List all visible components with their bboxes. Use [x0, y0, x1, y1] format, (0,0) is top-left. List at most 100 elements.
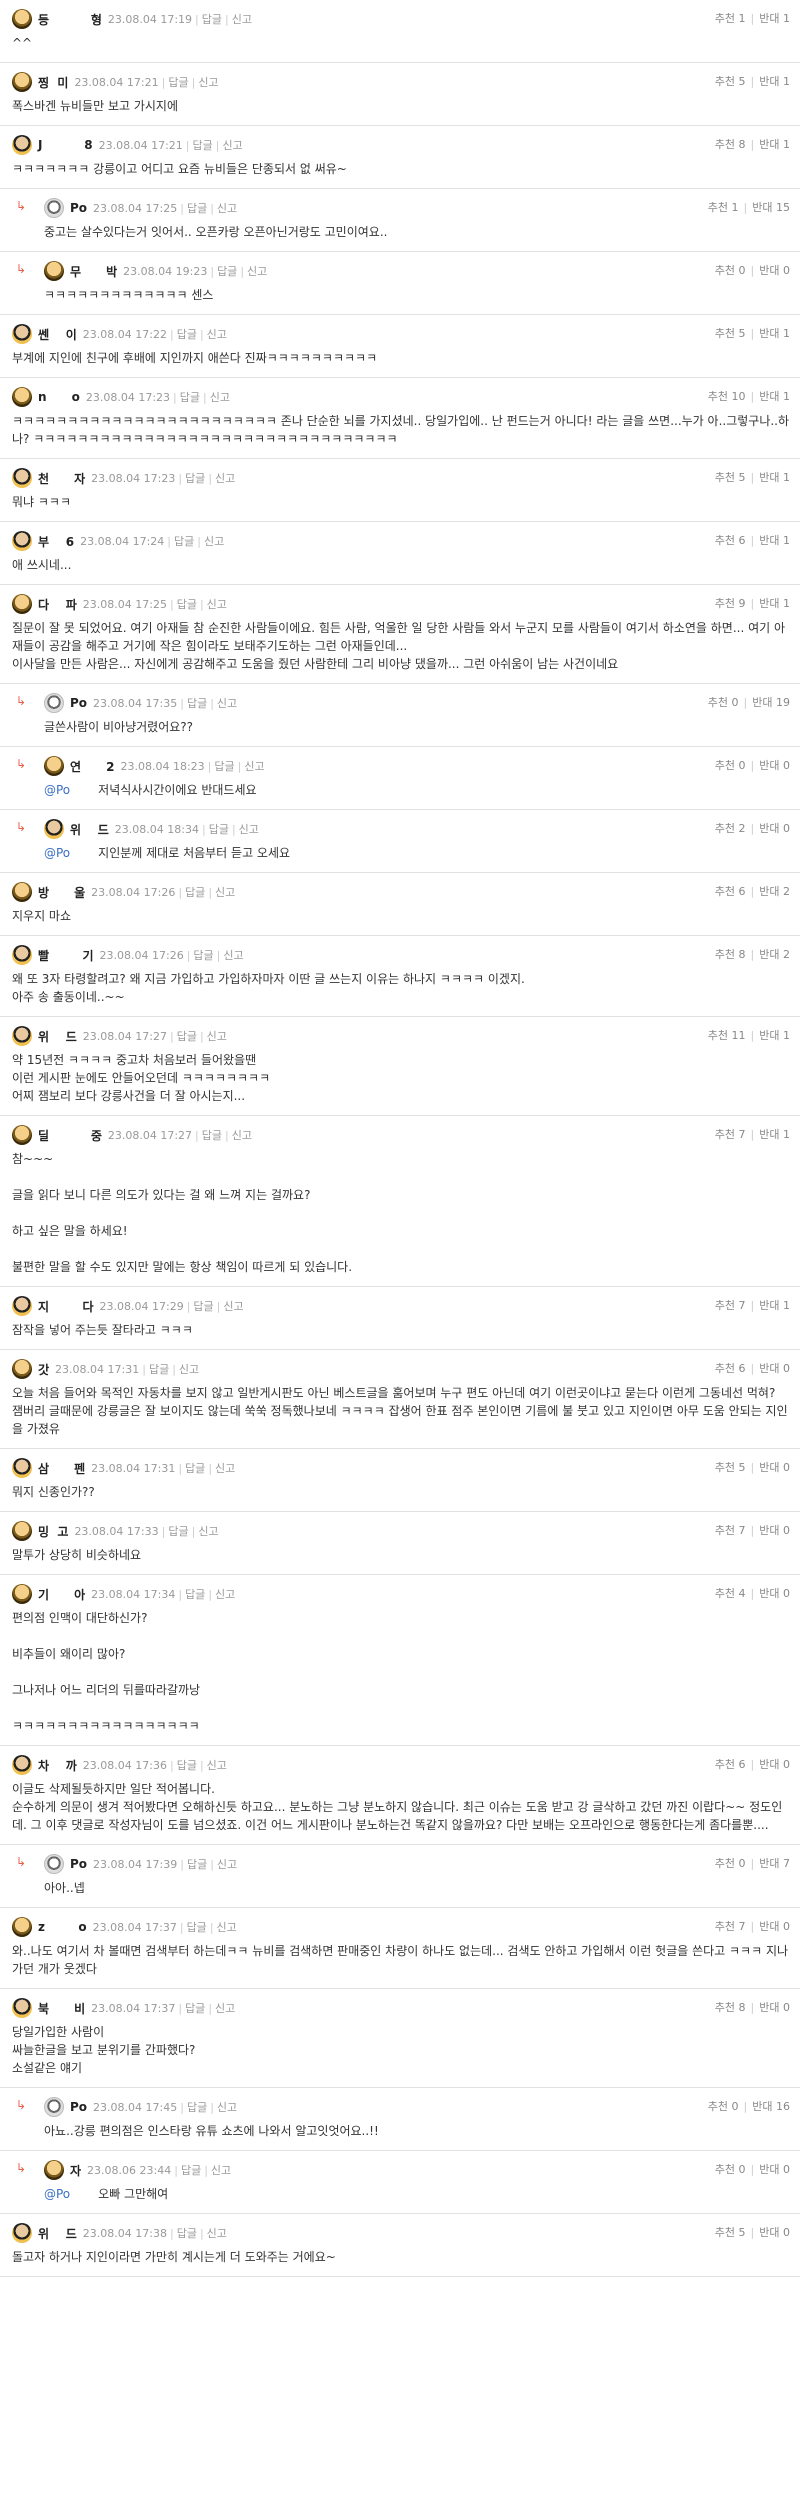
- author-nickname[interactable]: Po: [70, 1857, 87, 1871]
- reply-link[interactable]: 답글: [168, 74, 188, 90]
- reply-link[interactable]: 답글: [168, 1523, 188, 1539]
- avatar[interactable]: [12, 72, 32, 92]
- avatar[interactable]: [12, 594, 32, 614]
- avatar[interactable]: [12, 1458, 32, 1478]
- reply-link[interactable]: 답글: [187, 1919, 207, 1935]
- upvote-button[interactable]: 추천 10: [708, 390, 746, 403]
- upvote-button[interactable]: 추천 7: [715, 1128, 746, 1141]
- avatar[interactable]: [44, 756, 64, 776]
- report-link[interactable]: 신고: [239, 821, 259, 837]
- reply-link[interactable]: 답글: [187, 695, 207, 711]
- downvote-button[interactable]: 반대 1: [759, 1029, 790, 1042]
- downvote-button[interactable]: 반대 1: [759, 390, 790, 403]
- reply-link[interactable]: 답글: [177, 1757, 197, 1773]
- reply-link[interactable]: 답글: [185, 1586, 205, 1602]
- author-nickname[interactable]: J 8: [38, 138, 93, 152]
- report-link[interactable]: 신고: [223, 947, 243, 963]
- report-link[interactable]: 신고: [179, 1361, 199, 1377]
- reply-link[interactable]: 답글: [185, 470, 205, 486]
- downvote-button[interactable]: 반대 0: [759, 1587, 790, 1600]
- report-link[interactable]: 신고: [244, 758, 264, 774]
- author-nickname[interactable]: 부 6: [38, 533, 74, 550]
- report-link[interactable]: 신고: [198, 74, 218, 90]
- reply-link[interactable]: 답글: [193, 947, 213, 963]
- reply-link[interactable]: 답글: [193, 137, 213, 153]
- author-nickname[interactable]: 밍 고: [38, 1523, 68, 1540]
- downvote-button[interactable]: 반대 0: [759, 1758, 790, 1771]
- avatar[interactable]: [12, 1359, 32, 1379]
- avatar[interactable]: [12, 882, 32, 902]
- avatar[interactable]: [44, 2097, 64, 2117]
- avatar[interactable]: [44, 198, 64, 218]
- author-nickname[interactable]: 등 형: [38, 11, 102, 28]
- downvote-button[interactable]: 반대 16: [752, 2100, 790, 2113]
- report-link[interactable]: 신고: [217, 1919, 237, 1935]
- reply-link[interactable]: 답글: [177, 2225, 197, 2241]
- avatar[interactable]: [12, 531, 32, 551]
- avatar[interactable]: [12, 468, 32, 488]
- avatar[interactable]: [12, 1998, 32, 2018]
- upvote-button[interactable]: 추천 0: [708, 2100, 739, 2113]
- upvote-button[interactable]: 추천 4: [715, 1587, 746, 1600]
- upvote-button[interactable]: 추천 6: [715, 1758, 746, 1771]
- avatar[interactable]: [12, 1125, 32, 1145]
- upvote-button[interactable]: 추천 6: [715, 1362, 746, 1375]
- report-link[interactable]: 신고: [204, 533, 224, 549]
- author-nickname[interactable]: 빨 기: [38, 947, 94, 964]
- author-nickname[interactable]: 찡 미: [38, 74, 68, 91]
- downvote-button[interactable]: 반대 1: [759, 12, 790, 25]
- upvote-button[interactable]: 추천 0: [715, 2163, 746, 2176]
- downvote-button[interactable]: 반대 15: [752, 201, 790, 214]
- reply-link[interactable]: 답글: [187, 1856, 207, 1872]
- reply-link[interactable]: 답글: [202, 11, 222, 27]
- author-nickname[interactable]: 차 까: [38, 1757, 77, 1774]
- upvote-button[interactable]: 추천 0: [715, 264, 746, 277]
- author-nickname[interactable]: 방 울: [38, 884, 85, 901]
- report-link[interactable]: 신고: [215, 470, 235, 486]
- reply-link[interactable]: 답글: [177, 596, 197, 612]
- avatar[interactable]: [44, 1854, 64, 1874]
- report-link[interactable]: 신고: [217, 1856, 237, 1872]
- report-link[interactable]: 신고: [222, 137, 242, 153]
- upvote-button[interactable]: 추천 6: [715, 885, 746, 898]
- author-nickname[interactable]: Po: [70, 2100, 87, 2114]
- author-nickname[interactable]: z o: [38, 1920, 87, 1934]
- avatar[interactable]: [12, 1755, 32, 1775]
- author-nickname[interactable]: 무 박: [70, 263, 117, 280]
- avatar[interactable]: [12, 9, 32, 29]
- upvote-button[interactable]: 추천 0: [715, 1857, 746, 1870]
- downvote-button[interactable]: 반대 19: [752, 696, 790, 709]
- report-link[interactable]: 신고: [207, 2225, 227, 2241]
- downvote-button[interactable]: 반대 0: [759, 1920, 790, 1933]
- report-link[interactable]: 신고: [217, 695, 237, 711]
- upvote-button[interactable]: 추천 7: [715, 1920, 746, 1933]
- downvote-button[interactable]: 반대 0: [759, 1461, 790, 1474]
- upvote-button[interactable]: 추천 1: [715, 12, 746, 25]
- downvote-button[interactable]: 반대 0: [759, 759, 790, 772]
- report-link[interactable]: 신고: [215, 1586, 235, 1602]
- author-nickname[interactable]: Po: [70, 696, 87, 710]
- upvote-button[interactable]: 추천 8: [715, 138, 746, 151]
- upvote-button[interactable]: 추천 6: [715, 534, 746, 547]
- reply-link[interactable]: 답글: [214, 758, 234, 774]
- upvote-button[interactable]: 추천 5: [715, 2226, 746, 2239]
- upvote-button[interactable]: 추천 11: [708, 1029, 746, 1042]
- upvote-button[interactable]: 추천 2: [715, 822, 746, 835]
- upvote-button[interactable]: 추천 5: [715, 327, 746, 340]
- upvote-button[interactable]: 추천 5: [715, 471, 746, 484]
- report-link[interactable]: 신고: [217, 2099, 237, 2115]
- report-link[interactable]: 신고: [217, 200, 237, 216]
- downvote-button[interactable]: 반대 2: [759, 885, 790, 898]
- downvote-button[interactable]: 반대 0: [759, 264, 790, 277]
- mention-link[interactable]: @Po: [44, 2187, 70, 2201]
- author-nickname[interactable]: 위 드: [38, 1028, 77, 1045]
- avatar[interactable]: [12, 135, 32, 155]
- reply-link[interactable]: 답글: [180, 389, 200, 405]
- report-link[interactable]: 신고: [198, 1523, 218, 1539]
- report-link[interactable]: 신고: [207, 1757, 227, 1773]
- author-nickname[interactable]: 삼 펜: [38, 1460, 85, 1477]
- upvote-button[interactable]: 추천 0: [708, 696, 739, 709]
- downvote-button[interactable]: 반대 7: [759, 1857, 790, 1870]
- upvote-button[interactable]: 추천 5: [715, 75, 746, 88]
- avatar[interactable]: [12, 1296, 32, 1316]
